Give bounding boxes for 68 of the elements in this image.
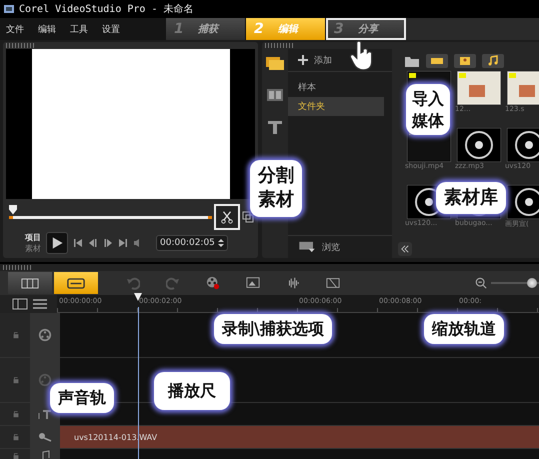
callout-tooltip: 播放尺 bbox=[154, 372, 230, 410]
audio-thumbnail[interactable] bbox=[507, 185, 539, 219]
zoom-out-icon[interactable] bbox=[475, 277, 487, 289]
callout-tooltip: 分割 素材 bbox=[250, 160, 302, 217]
image-filter-icon[interactable] bbox=[454, 54, 476, 68]
lock-icon[interactable] bbox=[12, 331, 20, 339]
transition-icon[interactable] bbox=[265, 87, 285, 103]
skip-end-icon[interactable] bbox=[118, 238, 128, 248]
film-reel-icon bbox=[37, 373, 53, 387]
mode-label[interactable]: 素材 bbox=[25, 243, 41, 254]
callout-tooltip: 声音轨 bbox=[50, 383, 114, 413]
collapse-button[interactable] bbox=[398, 242, 412, 256]
window-title: Corel VideoStudio Pro - 未命名 bbox=[19, 2, 194, 16]
step-tab[interactable]: 1 捕获 bbox=[166, 18, 246, 40]
lock-icon[interactable] bbox=[12, 433, 20, 441]
spinner-icon[interactable] bbox=[218, 238, 224, 248]
callout-tooltip: 录制\捕获选项 bbox=[214, 314, 332, 344]
split-button[interactable] bbox=[216, 206, 238, 228]
timecode-field[interactable]: 00:00:02:05 bbox=[156, 235, 228, 251]
sound-wave-icon[interactable] bbox=[286, 276, 300, 290]
callout-tooltip: 素材库 bbox=[436, 182, 506, 214]
callout-tooltip: 缩放轨道 bbox=[424, 314, 504, 344]
app-icon bbox=[3, 3, 15, 15]
step-back-icon[interactable] bbox=[88, 238, 98, 248]
track-manager-icon[interactable] bbox=[12, 298, 28, 310]
microphone-icon bbox=[37, 430, 53, 444]
audio-thumbnail[interactable] bbox=[507, 128, 539, 162]
step-tab[interactable]: 3 分享 bbox=[326, 18, 406, 40]
zoom-slider-thumb[interactable] bbox=[526, 278, 537, 288]
lock-icon[interactable] bbox=[12, 410, 20, 418]
play-icon bbox=[50, 236, 64, 250]
storyboard-view-tab[interactable] bbox=[8, 272, 52, 294]
media-icon[interactable] bbox=[265, 55, 285, 71]
timeline-view-tab[interactable] bbox=[54, 272, 98, 294]
double-chevron-icon bbox=[401, 245, 409, 253]
folder-item[interactable]: 文件夹 bbox=[288, 97, 384, 116]
image-thumbnail[interactable] bbox=[457, 71, 501, 105]
copy-icon[interactable] bbox=[242, 211, 254, 223]
image-icon[interactable] bbox=[246, 276, 260, 290]
mode-label[interactable]: 项目 bbox=[25, 232, 41, 243]
skip-start-icon[interactable] bbox=[73, 238, 83, 248]
list-icon[interactable] bbox=[32, 298, 48, 310]
lock-icon[interactable] bbox=[12, 452, 20, 459]
film-reel-icon bbox=[37, 328, 53, 342]
menu-item[interactable]: 文件 bbox=[6, 22, 24, 36]
browse-button[interactable]: 浏览 bbox=[288, 235, 392, 258]
image-thumbnail[interactable] bbox=[507, 71, 539, 105]
plus-icon bbox=[298, 55, 308, 65]
folder-icon[interactable] bbox=[404, 54, 420, 68]
hand-cursor-icon bbox=[348, 40, 374, 72]
menu-item[interactable]: 设置 bbox=[102, 22, 120, 36]
folder-item[interactable]: 样本 bbox=[288, 78, 384, 97]
step-forward-icon[interactable] bbox=[103, 238, 113, 248]
title-track-icon bbox=[37, 407, 53, 421]
menu-item[interactable]: 编辑 bbox=[38, 22, 56, 36]
video-filter-icon[interactable] bbox=[426, 54, 448, 68]
callout-tooltip: 导入 媒体 bbox=[406, 84, 450, 136]
menu-item[interactable]: 工具 bbox=[70, 22, 88, 36]
audio-filter-icon[interactable] bbox=[482, 54, 504, 68]
audio-thumbnail[interactable] bbox=[457, 128, 501, 162]
scrubber-thumb[interactable] bbox=[9, 204, 17, 214]
scissors-icon bbox=[220, 210, 234, 224]
lock-icon[interactable] bbox=[12, 376, 20, 384]
monitor-icon bbox=[298, 241, 316, 253]
play-button[interactable] bbox=[46, 232, 68, 254]
film-reel-icon[interactable] bbox=[206, 276, 220, 290]
timeline-bar-icon bbox=[67, 278, 85, 288]
title-icon[interactable] bbox=[265, 119, 285, 135]
